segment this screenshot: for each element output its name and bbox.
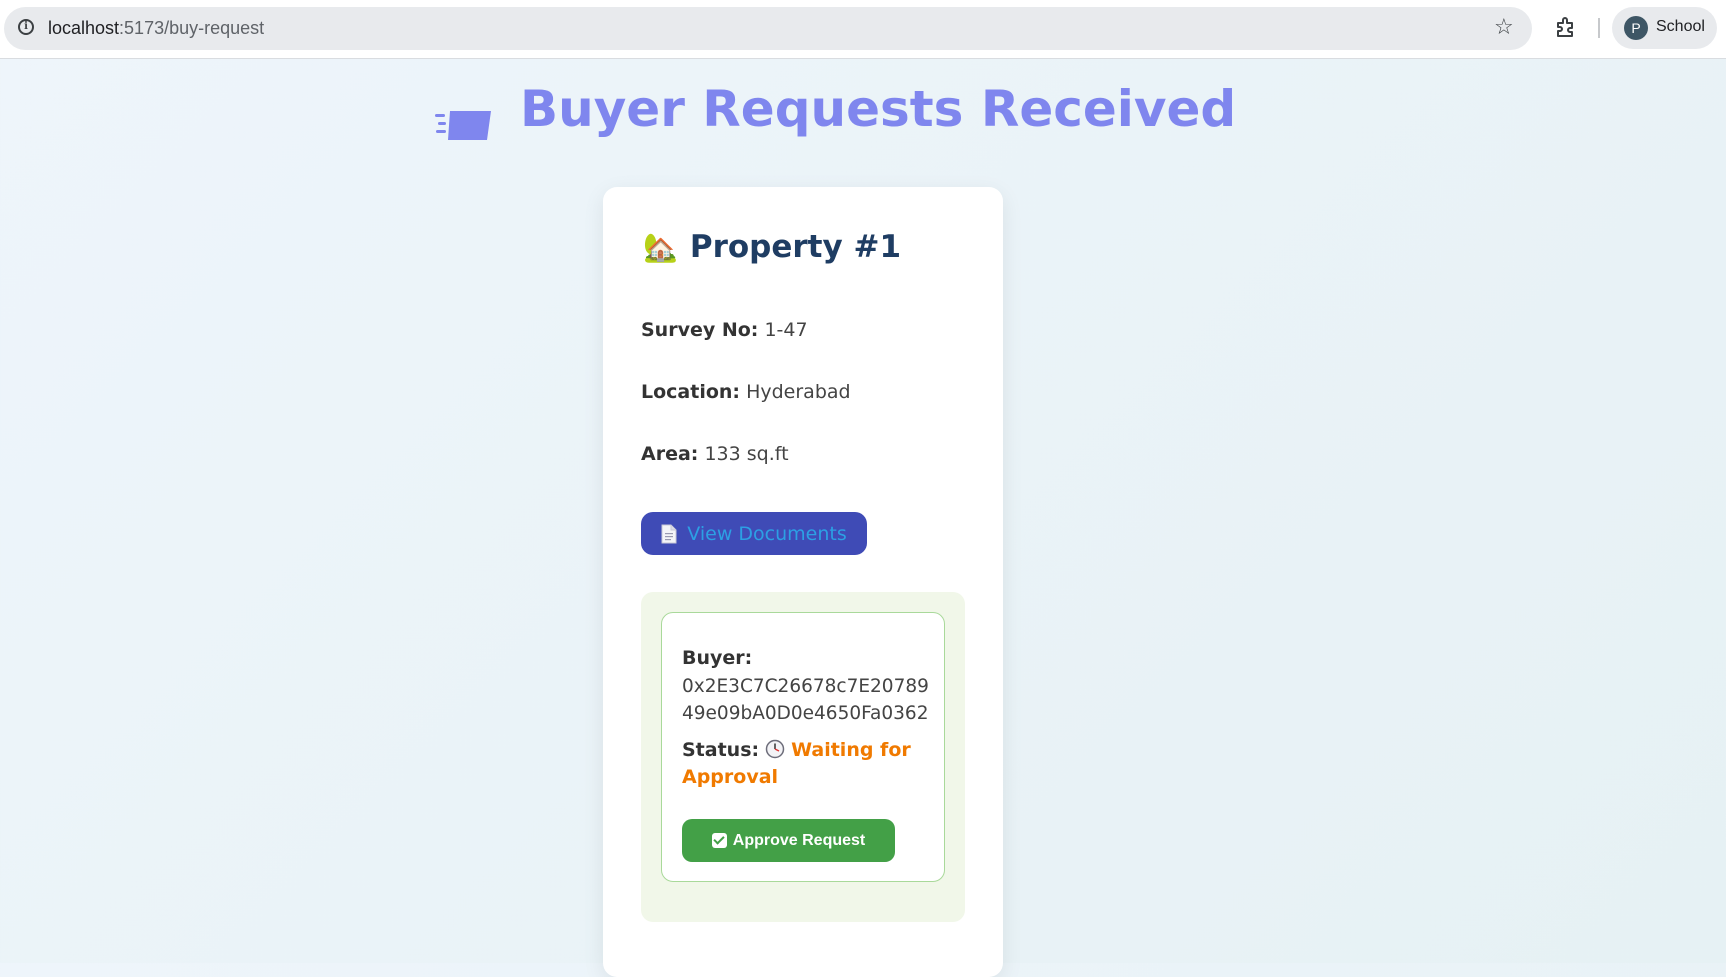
buyer-label: Buyer:: [682, 647, 753, 669]
profile-name: School: [1656, 18, 1705, 35]
requests-section: Buyer: 0x2E3C7C26678c7E2078949e09bA0D0e4…: [641, 592, 965, 922]
site-info-icon[interactable]: i: [18, 19, 34, 35]
property-title: 🏡 Property #1: [643, 229, 901, 265]
extensions-icon[interactable]: [1555, 16, 1577, 38]
page-title: Buyer Requests Received: [520, 80, 1237, 138]
view-documents-button[interactable]: View Documents: [641, 512, 867, 555]
property-card: 🏡 Property #1 Survey No: 1-47 Location: H…: [603, 187, 1003, 977]
profile-button[interactable]: P School: [1612, 7, 1717, 49]
survey-field: Survey No: 1-47: [641, 319, 808, 341]
status-row: Status: Waiting for Approval: [682, 737, 932, 791]
browser-toolbar: i localhost:5173/buy-request ☆ P School: [0, 0, 1726, 59]
area-label: Area:: [641, 443, 699, 465]
toolbar-divider: [1598, 18, 1600, 38]
buyer-address: 0x2E3C7C26678c7E2078949e09bA0D0e4650Fa03…: [682, 676, 929, 724]
location-value: Hyderabad: [746, 381, 851, 403]
approve-label: Approve Request: [732, 831, 866, 849]
house-icon: 🏡: [643, 231, 678, 264]
clock-icon: [765, 739, 785, 759]
location-field: Location: Hyderabad: [641, 381, 851, 403]
approve-request-button[interactable]: Approve Request: [682, 819, 895, 862]
address-bar[interactable]: i localhost:5173/buy-request ☆: [4, 7, 1532, 50]
area-value: 133 sq.ft: [704, 443, 789, 465]
document-icon: [661, 524, 677, 543]
area-field: Area: 133 sq.ft: [641, 443, 789, 465]
avatar: P: [1624, 16, 1648, 40]
url-text[interactable]: localhost:5173/buy-request: [48, 18, 264, 39]
status-label: Status:: [682, 739, 760, 761]
view-documents-label: View Documents: [687, 522, 847, 545]
bookmark-star-icon[interactable]: ☆: [1494, 15, 1514, 40]
property-title-text: Property #1: [689, 229, 902, 265]
location-label: Location:: [641, 381, 741, 403]
flying-card-icon: [435, 111, 491, 140]
url-host: localhost: [48, 18, 120, 38]
check-icon: [711, 833, 727, 848]
survey-value: 1-47: [764, 319, 808, 341]
url-path: :5173/buy-request: [119, 18, 265, 38]
survey-label: Survey No:: [641, 319, 759, 341]
buyer-request-card: Buyer: 0x2E3C7C26678c7E2078949e09bA0D0e4…: [661, 612, 945, 882]
